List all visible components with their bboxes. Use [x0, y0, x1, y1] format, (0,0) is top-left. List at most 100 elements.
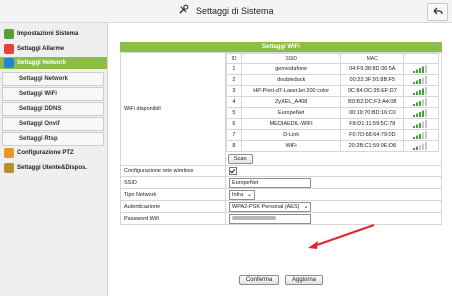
signal-bar [413, 71, 416, 73]
signal-bar [416, 124, 419, 128]
password-label: Password Wifi [120, 212, 226, 225]
wifi-row[interactable]: 6 MEDIAEDIL-WIFI F8:D1:11:59:5C:78 [226, 118, 439, 130]
wifi-mac: 0C:84:DC:95:EF:D7 [340, 85, 405, 97]
signal-bar [416, 102, 419, 106]
wifi-mac: B0:B2:DC:F3:A4:08 [340, 96, 405, 108]
wifi-row[interactable]: 2 doubleduck 00:22:3F:91:8B:F5 [226, 74, 439, 86]
wifi-id: 8 [226, 140, 242, 152]
signal-bar [425, 87, 428, 95]
chevron-down-icon: ⌄ [303, 203, 309, 210]
refresh-button[interactable]: Aggiorna [284, 275, 324, 285]
sidebar-item-settaggi-utente[interactable]: Settaggi Utente&Dispos. [0, 162, 107, 174]
wifi-ssid: genvodafone [240, 63, 342, 75]
signal-bar [413, 115, 416, 117]
password-masked [232, 216, 276, 221]
signal-strength-icon [413, 65, 428, 73]
auth-select[interactable]: WPA2-PSK Personal (AES) ⌄ [229, 201, 312, 212]
auth-label: Autenticazione [120, 200, 226, 213]
signal-bar [419, 112, 422, 117]
wifi-mac: 00:22:3F:91:8B:F5 [340, 74, 405, 86]
signal-bar [419, 134, 422, 139]
wifi-settings-panel: Settaggi WiFi WiFi disponibili ID SSID M… [120, 42, 442, 237]
signal-bar [413, 104, 416, 106]
wifi-mac: F0:7D:68:64:79:0D [340, 129, 405, 141]
sidebar-subitem-rtsp[interactable]: Settaggi Rtsp [2, 132, 104, 146]
wifi-network-table: ID SSID MAC 1 genvodafone 04:F9:38:8D:36:5… [226, 53, 439, 152]
wifi-row[interactable]: 3 HP-Print-d7-LaserJet 200 color 0C:84:DC:… [226, 85, 439, 97]
sidebar-subitem-wifi[interactable]: Settaggi WiFi [2, 87, 104, 101]
signal-bar [413, 126, 416, 128]
network-type-select[interactable]: Infra ⌄ [229, 189, 256, 200]
column-header-ssid: SSID [240, 53, 342, 64]
signal-bar [416, 69, 419, 73]
scan-button[interactable]: Scan [228, 154, 253, 164]
wifi-ssid: D-Link [240, 129, 342, 141]
title-bar: Settaggi di Sistema [0, 0, 452, 23]
sidebar-subitem-onvif[interactable]: Settaggi Onvif [2, 117, 104, 131]
wifi-row[interactable]: 5 EuropeNet 00:19:70:BD:16:C0 [226, 107, 439, 119]
signal-bar [422, 121, 425, 128]
signal-bar [419, 68, 422, 73]
wifi-row[interactable]: 7 D-Link F0:7D:68:64:79:0D [226, 129, 439, 141]
signal-bar [413, 137, 416, 139]
back-button[interactable] [427, 3, 448, 21]
ssid-input[interactable]: EuropeNet [229, 177, 311, 188]
signal-bar [425, 131, 428, 139]
wifi-mac: 00:19:70:BD:16:C0 [340, 107, 405, 119]
wifi-available-label: WiFi disponibili [120, 52, 226, 166]
wifi-row[interactable]: 4 ZyXEL_A408 B0:B2:DC:F3:A4:08 [226, 96, 439, 108]
wifi-id: 1 [226, 63, 242, 75]
sidebar-subitem-ddns[interactable]: Settaggi DDNS [2, 102, 104, 116]
signal-strength-icon [413, 109, 428, 117]
page-title: Settaggi di Sistema [195, 6, 274, 16]
signal-bar [422, 88, 425, 95]
wifi-ssid: EuropeNet [240, 107, 342, 119]
signal-strength-icon [413, 76, 428, 84]
wifi-id: 4 [226, 96, 242, 108]
signal-bar [416, 146, 419, 150]
wifi-mac: 04:F9:38:8D:36:5A [340, 63, 405, 75]
wifi-ssid: doubleduck [240, 74, 342, 86]
sidebar-item-settaggi-network[interactable]: Settaggi Network [0, 57, 107, 69]
network-type-label: Tipo Network [120, 188, 226, 201]
sidebar-subitem-network[interactable]: Settaggi Network [2, 72, 104, 86]
wifi-ssid: WiFi [240, 140, 342, 152]
signal-bar [413, 148, 416, 150]
wifi-id: 6 [226, 118, 242, 130]
signal-bar [416, 80, 419, 84]
alarm-icon [4, 44, 14, 54]
column-header-mac: MAC [340, 53, 405, 64]
signal-bar [416, 113, 419, 117]
action-buttons: Conferma Aggiorna [120, 275, 442, 285]
signal-bar [422, 99, 425, 106]
sidebar-item-configurazione-ptz[interactable]: Configurazione PTZ [0, 147, 107, 159]
wifi-mac: 20:2B:C1:59:9E:D8 [340, 140, 405, 152]
wifi-id: 7 [226, 129, 242, 141]
password-input[interactable] [229, 213, 311, 224]
wifi-ssid: MEDIAEDIL-WIFI [240, 118, 342, 130]
confirm-button[interactable]: Conferma [238, 275, 280, 285]
signal-bar [413, 93, 416, 95]
wireless-config-checkbox[interactable] [229, 167, 237, 175]
signal-bar [419, 90, 422, 95]
wifi-row[interactable]: 1 genvodafone 04:F9:38:8D:36:5A [226, 63, 439, 75]
wifi-row[interactable]: 8 WiFi 20:2B:C1:59:9E:D8 [226, 140, 439, 152]
signal-bar [419, 101, 422, 106]
wifi-mac: F8:D1:11:59:5C:78 [340, 118, 405, 130]
user-icon [4, 163, 14, 173]
sidebar-item-settaggi-allarme[interactable]: Settaggi Allarme [0, 43, 107, 55]
signal-bar [425, 65, 428, 73]
sidebar-item-impostazioni-sistema[interactable]: Impostazioni Sistema [0, 28, 107, 40]
gear-icon [4, 29, 14, 39]
signal-bar [419, 145, 422, 150]
signal-strength-icon [413, 87, 428, 95]
wifi-id: 3 [226, 85, 242, 97]
column-header-id: ID [226, 53, 242, 64]
chevron-down-icon: ⌄ [247, 191, 253, 198]
signal-bar [419, 123, 422, 128]
ssid-label: SSID [120, 176, 226, 189]
wifi-ssid: ZyXEL_A408 [240, 96, 342, 108]
signal-bar [413, 82, 416, 84]
panel-title: Settaggi WiFi [120, 42, 442, 52]
sidebar: Impostazioni Sistema Settaggi Allarme Se… [0, 23, 108, 296]
